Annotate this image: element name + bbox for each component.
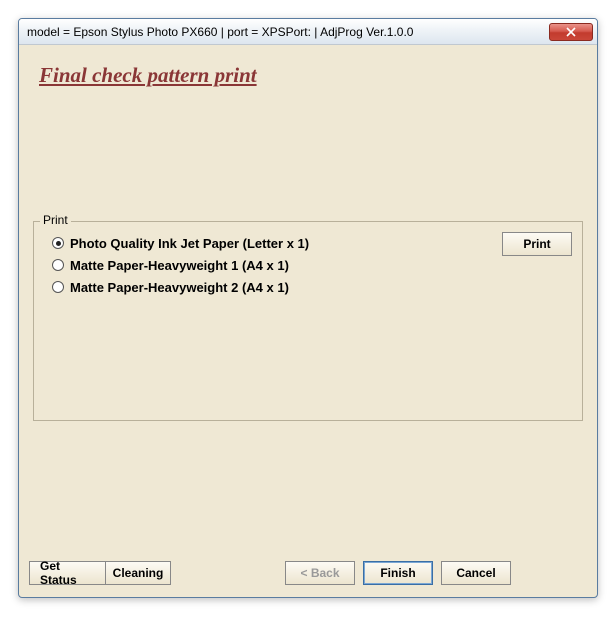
finish-button[interactable]: Finish — [363, 561, 433, 585]
bottom-left-group: Get Status Cleaning — [29, 561, 171, 585]
close-icon — [566, 27, 576, 37]
radio-icon — [52, 259, 64, 271]
titlebar: model = Epson Stylus Photo PX660 | port … — [19, 19, 597, 45]
back-label: < Back — [300, 566, 339, 580]
dialog-window: model = Epson Stylus Photo PX660 | port … — [18, 18, 598, 598]
client-area: Final check pattern print Print Photo Qu… — [25, 49, 591, 591]
get-status-button[interactable]: Get Status — [29, 561, 105, 585]
radio-list: Photo Quality Ink Jet Paper (Letter x 1)… — [52, 232, 309, 298]
get-status-label: Get Status — [40, 559, 95, 587]
page-title: Final check pattern print — [39, 63, 257, 88]
close-button[interactable] — [549, 23, 593, 41]
cleaning-label: Cleaning — [113, 566, 164, 580]
radio-label: Photo Quality Ink Jet Paper (Letter x 1) — [70, 236, 309, 251]
print-button-label: Print — [523, 237, 550, 251]
radio-option-photo-quality[interactable]: Photo Quality Ink Jet Paper (Letter x 1) — [52, 232, 309, 254]
cleaning-button[interactable]: Cleaning — [105, 561, 171, 585]
radio-label: Matte Paper-Heavyweight 2 (A4 x 1) — [70, 280, 289, 295]
radio-icon — [52, 281, 64, 293]
radio-option-matte-1[interactable]: Matte Paper-Heavyweight 1 (A4 x 1) — [52, 254, 309, 276]
group-legend: Print — [40, 213, 71, 227]
back-button: < Back — [285, 561, 355, 585]
print-button[interactable]: Print — [502, 232, 572, 256]
radio-icon — [52, 237, 64, 249]
radio-label: Matte Paper-Heavyweight 1 (A4 x 1) — [70, 258, 289, 273]
finish-label: Finish — [380, 566, 415, 580]
cancel-button[interactable]: Cancel — [441, 561, 511, 585]
radio-option-matte-2[interactable]: Matte Paper-Heavyweight 2 (A4 x 1) — [52, 276, 309, 298]
print-groupbox: Print Photo Quality Ink Jet Paper (Lette… — [33, 221, 583, 421]
bottom-right-group: < Back Finish Cancel — [285, 561, 511, 585]
cancel-label: Cancel — [456, 566, 495, 580]
bottom-button-row: Get Status Cleaning < Back Finish Cancel — [25, 561, 591, 585]
titlebar-text: model = Epson Stylus Photo PX660 | port … — [27, 25, 549, 39]
